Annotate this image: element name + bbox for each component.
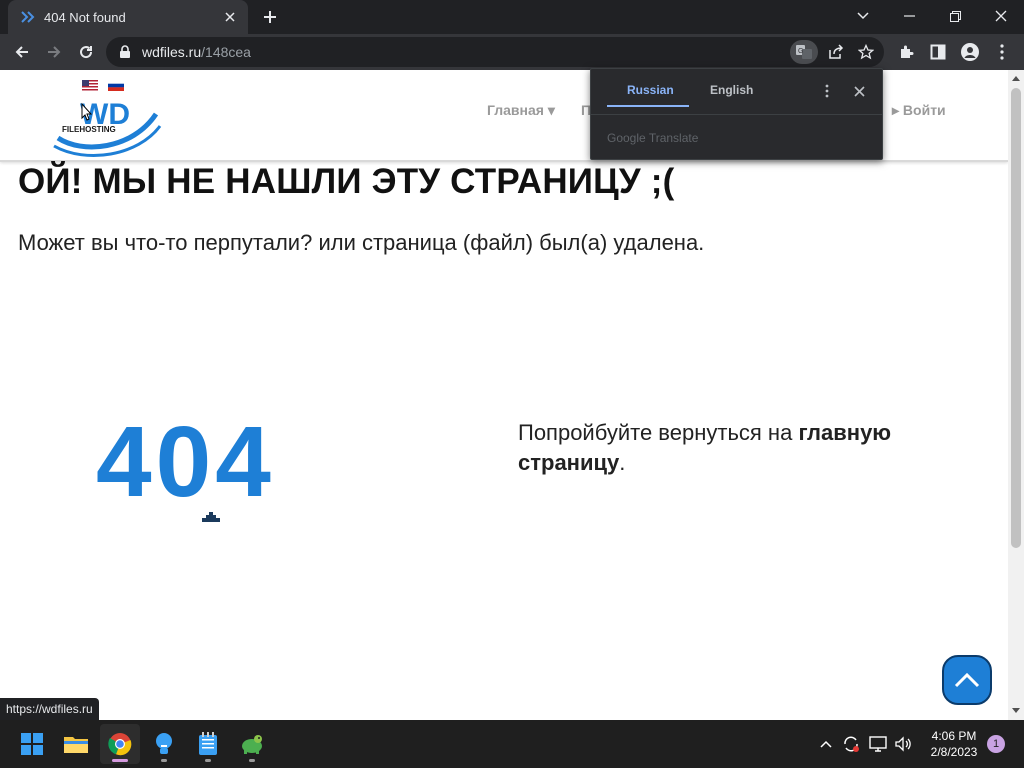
svg-text:G: G [798,48,803,55]
status-bar-url: https://wdfiles.ru [0,698,99,720]
page-viewport: WD FILEHOSTING Главная ▾ П ▸ Войти ОЙ! М… [0,70,1024,720]
volume-icon[interactable] [893,734,913,754]
scroll-down-arrow-icon[interactable] [1008,704,1024,716]
tab-strip: 404 Not found [0,0,1024,34]
translate-popup: Russian English Google Translate [590,68,883,160]
return-home-suffix: . [619,450,626,475]
scroll-thumb[interactable] [1011,88,1021,548]
chrome-icon [108,733,132,756]
snake-app-icon [242,735,262,754]
translate-tab-russian[interactable]: Russian [627,83,674,97]
network-icon[interactable] [868,734,888,754]
share-icon[interactable] [822,40,850,64]
page-subtitle: Может вы что-то перпутали? или страница … [18,230,705,255]
translate-tab-english[interactable]: English [710,83,753,97]
close-window-button[interactable] [978,0,1024,32]
nav-login[interactable]: ▸ Войти [892,102,946,119]
show-hidden-icons-chevron-icon[interactable] [816,734,836,754]
tab-close-icon[interactable] [220,7,240,27]
app-running-indicator [205,759,211,762]
caret-right-icon: ▸ [892,102,900,118]
lightbulb-icon [156,733,172,754]
app-running-indicator [249,759,255,762]
caret-down-icon: ▾ [547,102,555,118]
profile-avatar-icon[interactable] [958,40,982,64]
ru-flag-icon[interactable] [108,80,124,91]
taskbar-chrome[interactable] [100,724,140,764]
browser-toolbar: wdfiles.ru/148cea G [0,34,1024,70]
folder-icon [64,737,88,753]
chevron-up-icon [954,672,980,688]
side-panel-icon[interactable] [926,40,950,64]
url-host: wdfiles.ru [142,44,202,60]
translate-close-icon[interactable] [849,81,869,101]
active-app-indicator [112,759,128,762]
windows-logo-icon [21,733,43,755]
tab-title: 404 Not found [44,9,126,25]
browser-tab[interactable]: 404 Not found [8,0,248,34]
us-flag-icon[interactable] [82,80,98,91]
back-to-top-button[interactable] [942,655,992,705]
return-home-prefix: Попройбуйте вернуться на [518,420,799,445]
taskbar-tips[interactable] [144,724,184,764]
active-tab-underline [607,105,689,107]
nav-login-label: Войти [902,102,946,118]
notepad-icon [199,732,217,755]
translate-icon[interactable]: G [790,40,818,64]
menu-kebab-icon[interactable] [990,40,1014,64]
taskbar-notepad[interactable] [188,724,228,764]
404-illustration: 404 [96,408,275,522]
clock-time: 4:06 PM [931,729,977,743]
new-tab-button[interactable] [258,5,282,29]
translate-options-icon[interactable] [819,82,835,100]
page-scrollbar[interactable] [1008,70,1024,720]
tab-search-icon[interactable] [840,0,886,32]
windows-taskbar: 4:06 PM 2/8/2023 1 [0,720,1024,768]
start-button[interactable] [12,724,52,764]
nav-home-label: Главная [487,102,544,118]
logo-subtext: FILEHOSTING [62,125,116,134]
nav-home[interactable]: Главная ▾ [487,102,555,119]
notification-badge[interactable]: 1 [987,735,1005,753]
google-translate-label: Google Translate [607,131,699,145]
site-favicon-icon [21,11,35,23]
minimize-button[interactable] [886,0,932,32]
site-logo[interactable]: WD FILEHOSTING [52,94,162,160]
url-path: /148cea [201,44,251,60]
taskbar-file-explorer[interactable] [56,724,96,764]
clock-date: 2/8/2023 [930,745,978,759]
system-clock[interactable]: 4:06 PM 2/8/2023 [920,728,988,760]
lock-icon [120,45,130,58]
address-bar[interactable]: wdfiles.ru/148cea G [106,37,884,67]
reload-button[interactable] [72,38,100,66]
sync-icon[interactable] [841,734,861,754]
back-button[interactable] [8,38,36,66]
app-running-indicator [161,759,167,762]
taskbar-python-app[interactable] [232,724,272,764]
translate-divider [591,114,882,115]
scroll-up-arrow-icon[interactable] [1008,72,1024,84]
page-title: ОЙ! МЫ НЕ НАШЛИ ЭТУ СТРАНИЦУ ;( [18,162,675,201]
404-text: 404 [96,408,275,518]
return-home-message: Попройбуйте вернуться на главную страниц… [518,418,958,478]
restore-button[interactable] [932,0,978,32]
bookmark-star-icon[interactable] [852,40,880,64]
extensions-icon[interactable] [894,40,918,64]
forward-button[interactable] [40,38,68,66]
